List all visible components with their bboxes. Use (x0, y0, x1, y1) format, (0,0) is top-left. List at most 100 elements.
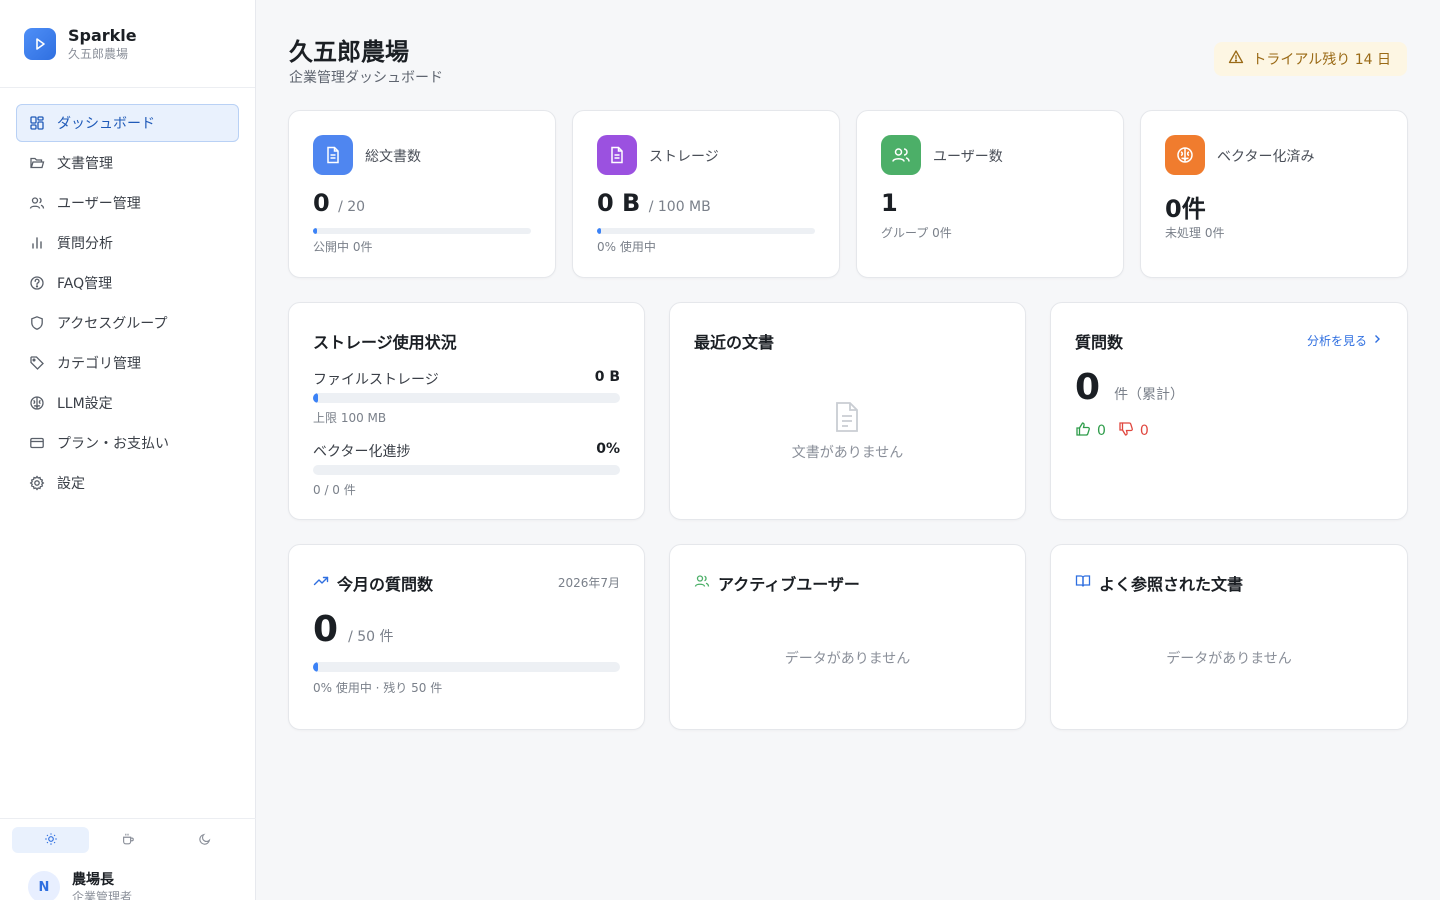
stat-card-storage: ストレージ 0 B / 100 MB 0% 使用中 (572, 110, 840, 278)
avatar: N (28, 871, 60, 900)
empty-message: データがありません (1166, 651, 1292, 667)
org-name: 久五郎農場 (68, 46, 129, 61)
sidebar-item-label: 設定 (57, 476, 85, 492)
sidebar-item-analytics[interactable]: 質問分析 (16, 224, 239, 262)
sidebar-item-label: ダッシュボード (57, 116, 155, 132)
sidebar-item-billing[interactable]: プラン・お支払い (16, 424, 239, 462)
theme-light-button[interactable] (12, 827, 90, 853)
stat-value: 0件 (1165, 195, 1206, 223)
theme-dark-button[interactable] (167, 827, 244, 853)
sidebar-nav: ダッシュボード 文書管理 ユーザー管理 質問分析 FAQ管理 アクセスグループ … (0, 88, 255, 502)
month-label: 2026年7月 (557, 576, 620, 590)
brain-icon (1165, 135, 1205, 175)
page-title: 久五郎農場 (289, 38, 409, 66)
gear-icon (29, 475, 45, 491)
active-users-card: アクティブユーザー データがありません (669, 544, 1026, 730)
help-circle-icon (29, 275, 45, 291)
file-storage-progress-bar (313, 393, 620, 403)
stat-card-users: ユーザー数 1 グループ 0件 (856, 110, 1124, 278)
sidebar-item-label: FAQ管理 (57, 276, 113, 292)
file-storage-value: 0 B (594, 369, 620, 385)
folder-icon (29, 155, 45, 171)
coffee-icon (121, 831, 135, 850)
chevron-right-icon (1367, 333, 1383, 348)
users-icon (881, 135, 921, 175)
theme-coffee-button[interactable] (89, 827, 166, 853)
bar-chart-icon (29, 235, 45, 251)
users-icon (29, 195, 45, 211)
empty-document-icon (833, 401, 861, 437)
sidebar-item-users[interactable]: ユーザー管理 (16, 184, 239, 222)
users-icon (694, 573, 718, 593)
monthly-questions-card: 今月の質問数 2026年7月 0 / 50 件 0% 使用中 · 残り 50 件 (288, 544, 645, 730)
sidebar-item-settings[interactable]: 設定 (16, 464, 239, 502)
sidebar-item-categories[interactable]: カテゴリ管理 (16, 344, 239, 382)
stat-note: 0% 使用中 (597, 240, 656, 254)
sidebar-item-label: アクセスグループ (57, 316, 168, 332)
file-storage-limit: 上限 100 MB (313, 411, 387, 425)
main-content: 久五郎農場 企業管理ダッシュボード トライアル残り 14 日 総文書数 0 / … (257, 0, 1440, 900)
sidebar-item-faq[interactable]: FAQ管理 (16, 264, 239, 302)
stat-note: 公開中 0件 (313, 240, 373, 254)
card-title: よく参照された文書 (1075, 571, 1243, 595)
documents-progress-bar (313, 228, 531, 234)
sidebar-item-label: 質問分析 (57, 236, 113, 252)
monthly-total: 0 / 50 件 (313, 609, 394, 650)
monthly-progress-bar (313, 662, 620, 672)
card-title: 今月の質問数 (313, 571, 433, 595)
sidebar-item-label: ユーザー管理 (57, 196, 141, 212)
app-name: Sparkle (68, 25, 137, 45)
vector-progress-value: 0% (596, 441, 620, 457)
monthly-note: 0% 使用中 · 残り 50 件 (313, 681, 443, 695)
stat-label: 総文書数 (365, 149, 421, 165)
sidebar-item-access-groups[interactable]: アクセスグループ (16, 304, 239, 342)
brand: Sparkle 久五郎農場 (0, 0, 255, 88)
dashboard-icon (29, 115, 45, 131)
user-role: 企業管理者 (72, 890, 133, 900)
book-open-icon (1075, 573, 1099, 593)
card-title: アクティブユーザー (694, 571, 860, 595)
top-documents-card: よく参照された文書 データがありません (1050, 544, 1408, 730)
thumbs-up-icon (1075, 421, 1091, 441)
sidebar-item-dashboard[interactable]: ダッシュボード (16, 104, 239, 142)
card-title: 質問数 (1075, 333, 1124, 352)
credit-card-icon (29, 435, 45, 451)
sidebar-item-documents[interactable]: 文書管理 (16, 144, 239, 182)
sidebar-item-llm-settings[interactable]: LLM設定 (16, 384, 239, 422)
warning-icon (1228, 49, 1252, 69)
sidebar-footer: N 農場長 企業管理者 (0, 818, 256, 900)
document-icon (597, 135, 637, 175)
stat-card-vectorized: ベクター化済み 0件 未処理 0件 (1140, 110, 1408, 278)
stat-value: 1 (881, 189, 898, 217)
sidebar-item-label: カテゴリ管理 (57, 356, 141, 372)
tag-icon (29, 355, 45, 371)
empty-message: 文書がありません (791, 445, 904, 461)
view-analytics-link[interactable]: 分析を見る (1307, 332, 1383, 349)
trial-badge[interactable]: トライアル残り 14 日 (1214, 42, 1407, 76)
stat-note: グループ 0件 (881, 226, 952, 240)
question-total: 0 件（累計） (1075, 367, 1184, 408)
theme-switcher (12, 827, 244, 853)
monthly-count: 0 (313, 609, 339, 650)
feedback-row: 0 0 (1075, 421, 1149, 441)
sidebar: Sparkle 久五郎農場 ダッシュボード 文書管理 ユーザー管理 質問分析 F… (0, 0, 256, 900)
question-count: 0 (1075, 367, 1101, 408)
stat-value: 0 / 20 (313, 189, 366, 217)
stat-label: ユーザー数 (933, 149, 1003, 165)
document-icon (313, 135, 353, 175)
brain-icon (29, 395, 45, 411)
user-name: 農場長 (72, 872, 114, 888)
stat-label: ベクター化済み (1217, 149, 1315, 165)
monthly-limit: / 50 件 (348, 629, 394, 645)
sun-icon (44, 831, 58, 850)
card-title: ストレージ使用状況 (313, 333, 457, 352)
question-unit: 件（累計） (1114, 387, 1185, 403)
like-count: 0 (1097, 423, 1106, 439)
user-profile[interactable]: N 農場長 企業管理者 (28, 871, 132, 900)
sidebar-item-label: 文書管理 (57, 156, 113, 172)
sidebar-item-label: プラン・お支払い (57, 436, 169, 452)
storage-progress-bar (597, 228, 815, 234)
sidebar-item-label: LLM設定 (57, 396, 113, 412)
recent-documents-card: 最近の文書 文書がありません (669, 302, 1026, 520)
stat-value: 0 B / 100 MB (597, 189, 711, 217)
